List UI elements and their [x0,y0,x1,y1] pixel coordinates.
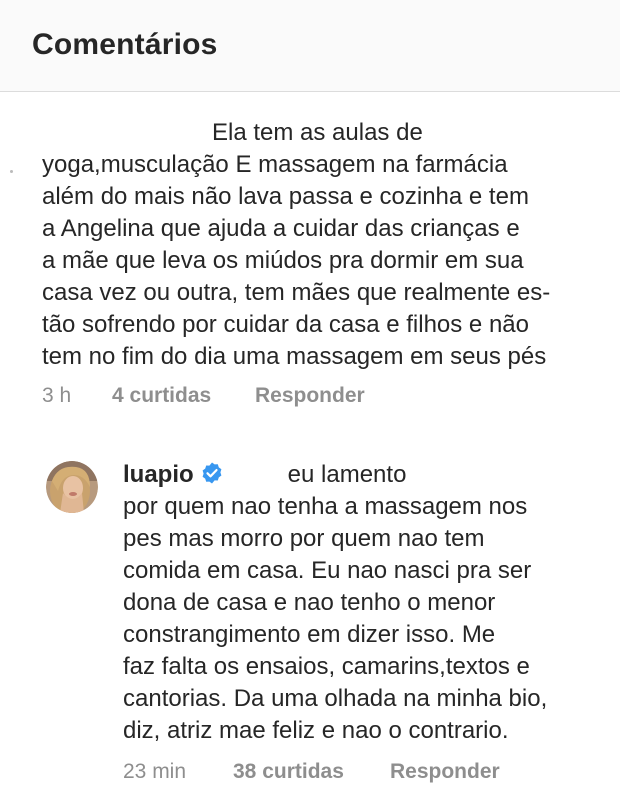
comment-time: 23 min [123,760,187,783]
comment-text: luapio eu lamento por quem nao tenha a ma… [123,459,603,747]
comment-body: Ela tem as aulas de yoga,musculação E ma… [42,119,551,370]
likes-count[interactable]: 4 curtidas [112,384,255,408]
likes-count[interactable]: 38 curtidas [233,760,390,784]
comment-text: Ela tem as aulas de yoga,musculação E ma… [42,117,612,373]
comment-meta: 3 h 4 curtidas Responder [42,384,365,408]
comment-body: por quem nao tenha a massagem nos pes ma… [123,493,548,744]
comment-meta: 23 min 38 curtidas Responder [123,760,500,784]
reply-button[interactable]: Responder [255,384,365,408]
page-title: Comentários [32,28,218,61]
comment-body-first: eu lamento [287,461,407,488]
comment-username[interactable]: luapio [123,461,194,488]
comment-time: 3 h [42,384,72,407]
decorative-dot [10,170,13,173]
reply-button[interactable]: Responder [390,760,500,784]
avatar-photo [46,461,98,513]
comments-header: Comentários [0,0,620,92]
avatar[interactable] [46,461,98,513]
verified-badge-icon [200,461,224,485]
